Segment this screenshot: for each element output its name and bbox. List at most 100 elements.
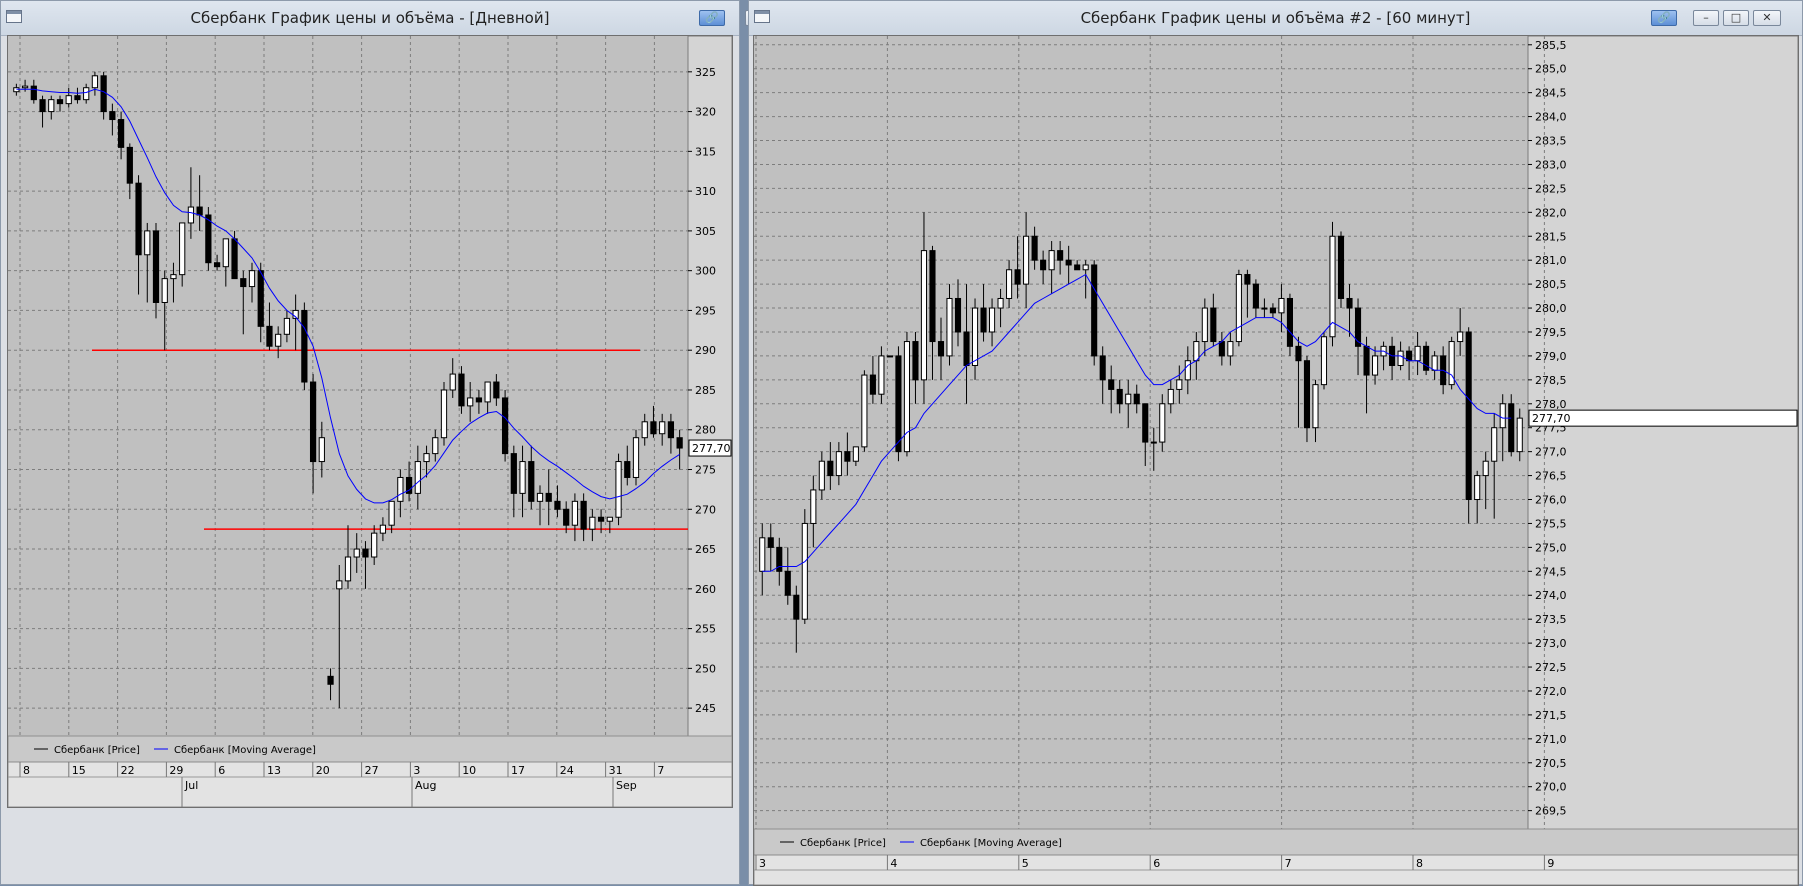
candle-bull[interactable] bbox=[1312, 384, 1319, 429]
link-icon[interactable]: 🔗 bbox=[699, 10, 725, 26]
candle-bear[interactable] bbox=[126, 146, 133, 184]
candle-bull[interactable] bbox=[170, 274, 177, 280]
candle-bear[interactable] bbox=[1133, 393, 1140, 405]
candle-bull[interactable] bbox=[606, 516, 613, 522]
candle-bull[interactable] bbox=[414, 461, 421, 494]
candle-bull[interactable] bbox=[65, 95, 72, 105]
candle-bull[interactable] bbox=[1457, 331, 1464, 343]
candle-bear[interactable] bbox=[767, 537, 774, 548]
candle-bull[interactable] bbox=[759, 537, 766, 572]
candle-bear[interactable] bbox=[1014, 269, 1021, 285]
candle-bear[interactable] bbox=[501, 397, 509, 455]
candle-bull[interactable] bbox=[1150, 441, 1157, 444]
candle-bear[interactable] bbox=[117, 119, 125, 148]
candle-bear[interactable] bbox=[954, 297, 962, 333]
candle-bear[interactable] bbox=[793, 594, 800, 620]
candle-bear[interactable] bbox=[667, 421, 675, 439]
candle-bull[interactable] bbox=[536, 492, 544, 502]
candle-bull[interactable] bbox=[161, 278, 168, 303]
candle-bull[interactable] bbox=[852, 446, 859, 462]
candle-bull[interactable] bbox=[1159, 403, 1166, 443]
hourly-candlestick-chart[interactable]: 285,5 285,0 284,5 284,0 283,5 283,0 282,5 282,0… bbox=[754, 36, 1798, 885]
candle-bull[interactable] bbox=[91, 75, 99, 89]
candle-bear[interactable] bbox=[1354, 307, 1362, 347]
candle-bull[interactable] bbox=[920, 250, 928, 381]
candle-bull[interactable] bbox=[187, 206, 195, 224]
close-button[interactable]: ✕ bbox=[1753, 10, 1781, 26]
candle-bull[interactable] bbox=[1023, 235, 1030, 285]
candle-bull[interactable] bbox=[519, 461, 526, 494]
candle-bear[interactable] bbox=[676, 437, 683, 449]
candle-bear[interactable] bbox=[1303, 360, 1311, 429]
candle-bull[interactable] bbox=[379, 524, 387, 534]
candle-bear[interactable] bbox=[1465, 331, 1472, 501]
candle-bull[interactable] bbox=[1125, 393, 1132, 405]
candle-bull[interactable] bbox=[1482, 460, 1489, 477]
candle-bear[interactable] bbox=[1508, 403, 1515, 453]
candle-bull[interactable] bbox=[1227, 341, 1234, 357]
candle-bull[interactable] bbox=[1261, 307, 1268, 310]
price-chart-area[interactable]: 325 320 315 310 305 300 295 290 285 280 275 270 265 2… bbox=[7, 35, 733, 808]
candle-bear[interactable] bbox=[1363, 345, 1370, 376]
candle-bull[interactable] bbox=[971, 307, 979, 366]
candle-bull[interactable] bbox=[1474, 475, 1481, 501]
candle-bull[interactable] bbox=[179, 222, 186, 276]
candle-bull[interactable] bbox=[1176, 379, 1183, 390]
candle-bull[interactable] bbox=[818, 460, 825, 491]
candle-bear[interactable] bbox=[1142, 403, 1149, 443]
candle-bull[interactable] bbox=[467, 397, 474, 407]
candle-bear[interactable] bbox=[912, 341, 919, 381]
candle-bear[interactable] bbox=[100, 75, 107, 113]
candle-bull[interactable] bbox=[344, 556, 352, 582]
candle-bull[interactable] bbox=[878, 355, 885, 395]
title-bar[interactable]: Сбербанк График цены и объёма #2 - [60 м… bbox=[749, 1, 1802, 36]
candle-bear[interactable] bbox=[1091, 264, 1098, 357]
candle-bull[interactable] bbox=[1516, 417, 1523, 453]
candle-bear[interactable] bbox=[624, 461, 631, 478]
candle-bear[interactable] bbox=[844, 451, 851, 462]
candle-bull[interactable] bbox=[801, 522, 808, 620]
candle-bear[interactable] bbox=[56, 99, 64, 105]
candle-bull[interactable] bbox=[1006, 269, 1013, 299]
candle-bull[interactable] bbox=[1048, 250, 1055, 271]
candle-bear[interactable] bbox=[980, 307, 987, 333]
candle-bull[interactable] bbox=[397, 476, 404, 502]
candle-bull[interactable] bbox=[861, 374, 868, 448]
candle-bear[interactable] bbox=[1074, 264, 1081, 271]
candle-bull[interactable] bbox=[1397, 350, 1404, 366]
candle-bear[interactable] bbox=[929, 250, 936, 343]
candle-bear[interactable] bbox=[1286, 297, 1293, 347]
candle-bull[interactable] bbox=[275, 333, 282, 347]
candle-bull[interactable] bbox=[248, 270, 256, 288]
candle-bear[interactable] bbox=[196, 206, 203, 216]
candle-bull[interactable] bbox=[946, 297, 953, 357]
candle-bear[interactable] bbox=[510, 453, 517, 494]
candle-bear[interactable] bbox=[1065, 259, 1072, 266]
candle-bull[interactable] bbox=[810, 489, 817, 524]
candle-bear[interactable] bbox=[554, 500, 561, 510]
candle-bull[interactable] bbox=[835, 451, 842, 477]
candle-bull[interactable] bbox=[440, 389, 448, 439]
candle-bull[interactable] bbox=[1372, 355, 1379, 376]
candle-bear[interactable] bbox=[266, 325, 273, 347]
candle-bear[interactable] bbox=[39, 99, 46, 113]
candle-bear[interactable] bbox=[937, 341, 945, 357]
candle-bear[interactable] bbox=[1108, 379, 1115, 390]
candle-bull[interactable] bbox=[353, 548, 360, 558]
candle-bull[interactable] bbox=[484, 381, 491, 403]
candle-bull[interactable] bbox=[615, 461, 622, 518]
candle-bull[interactable] bbox=[1431, 355, 1438, 371]
candle-bull[interactable] bbox=[423, 453, 430, 463]
candle-bear[interactable] bbox=[74, 95, 81, 101]
candle-bull[interactable] bbox=[83, 87, 90, 101]
candle-bull[interactable] bbox=[632, 437, 640, 478]
candle-bull[interactable] bbox=[659, 421, 666, 435]
candle-bear[interactable] bbox=[257, 270, 264, 327]
candle-bear[interactable] bbox=[1218, 341, 1225, 357]
candle-bear[interactable] bbox=[493, 381, 500, 399]
candle-bear[interactable] bbox=[528, 461, 535, 502]
candle-bear[interactable] bbox=[109, 111, 116, 121]
candle-bear[interactable] bbox=[458, 373, 465, 407]
candle-bear[interactable] bbox=[869, 374, 876, 395]
candle-bull[interactable] bbox=[144, 230, 151, 256]
